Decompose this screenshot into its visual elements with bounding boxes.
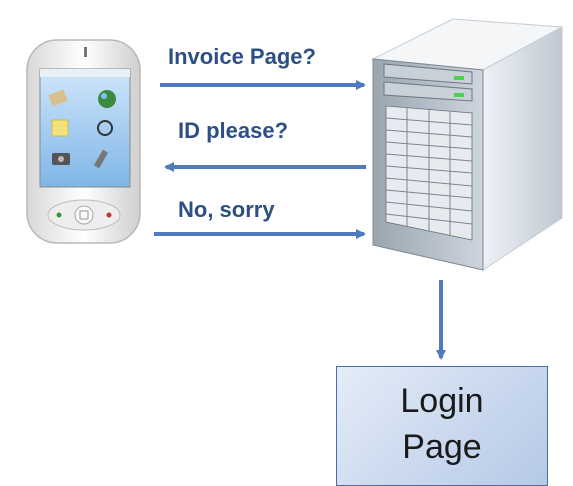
smartphone-icon <box>26 39 141 244</box>
message-label-id: ID please? <box>178 118 289 143</box>
message-label-invoice: Invoice Page? <box>168 44 316 69</box>
login-page-label: Login Page <box>336 378 548 470</box>
login-line-1: Login <box>400 382 484 420</box>
message-label-reply: No, sorry <box>178 197 275 222</box>
server-tower-icon <box>371 18 564 271</box>
login-line-2: Page <box>402 428 482 466</box>
